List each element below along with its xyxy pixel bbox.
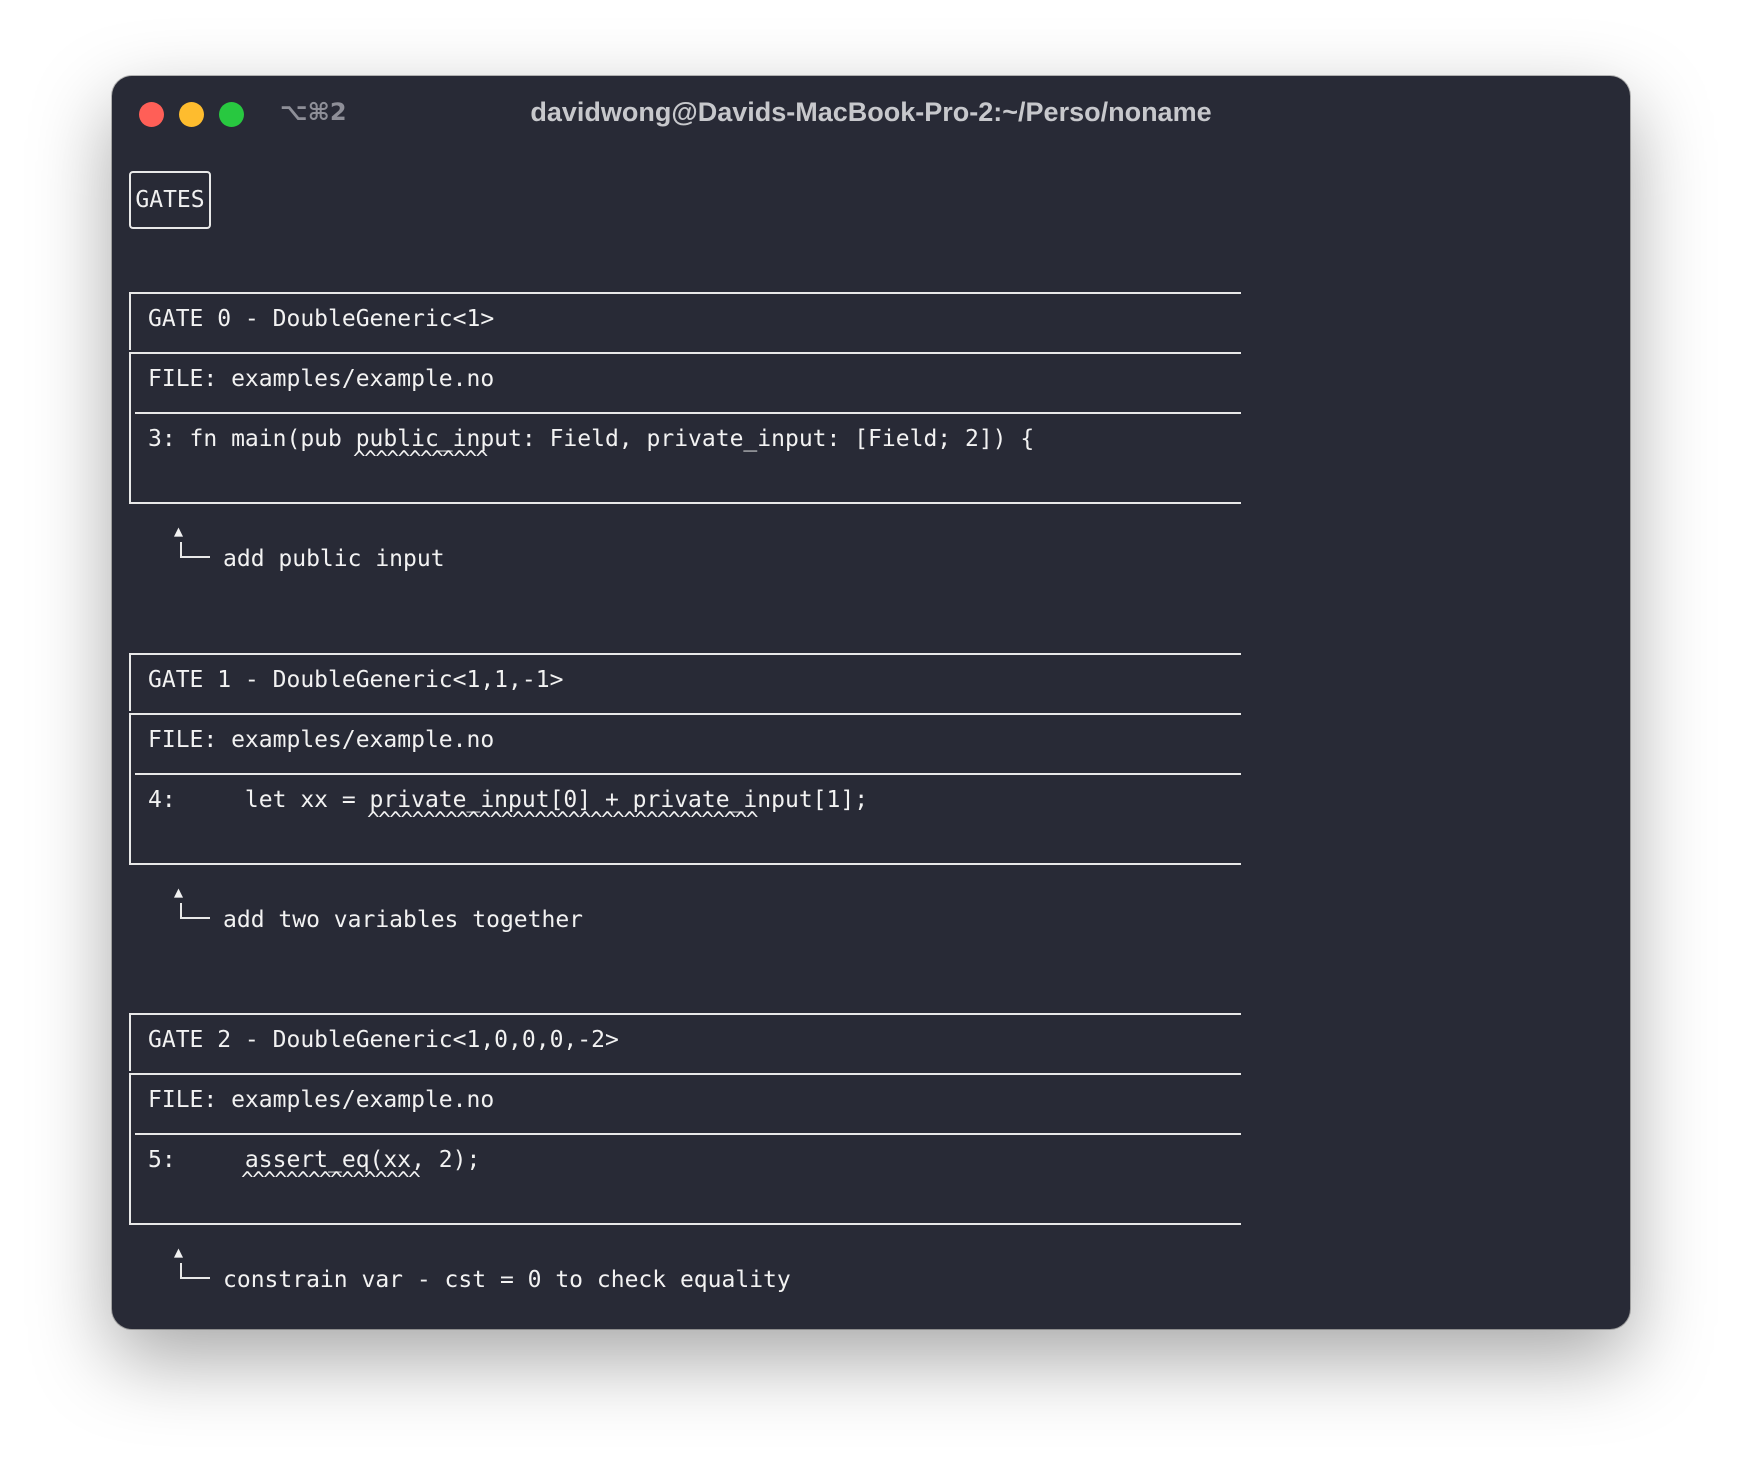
gate-file: FILE: examples/example.no <box>148 1087 495 1113</box>
gate-code-line: 3: fn main(pub public_input: Field, priv… <box>148 426 1035 452</box>
corner-connector <box>180 542 210 558</box>
gate-block-1: GATE 1 - DoubleGeneric<1,1,-1> FILE: exa… <box>129 653 1241 983</box>
gate-header: GATE 0 - DoubleGeneric<1> <box>148 306 495 332</box>
arrow-up-icon: ▲ <box>174 1243 184 1261</box>
gate-file: FILE: examples/example.no <box>148 366 495 392</box>
gate-note: add two variables together <box>223 907 584 933</box>
gate-code-underline: ^^^^^^^^^^^^^^^^ <box>241 1168 421 1192</box>
divider <box>135 1133 1241 1135</box>
gate-block-0: GATE 0 - DoubleGeneric<1> FILE: examples… <box>129 292 1241 622</box>
gate-file: FILE: examples/example.no <box>148 727 495 753</box>
gate-block-2: GATE 2 - DoubleGeneric<1,0,0,0,-2> FILE:… <box>129 1013 1241 1329</box>
gate-code-underline: ^^^^^^^^^^^^^^^^^^^^^^^^^^^^^^^^^^^ <box>367 808 759 832</box>
window-title: davidwong@Davids-MacBook-Pro-2:~/Perso/n… <box>530 97 1212 127</box>
title-bar: ⌥⌘2 davidwong@Davids-MacBook-Pro-2:~/Per… <box>112 76 1630 154</box>
terminal-window: ⌥⌘2 davidwong@Davids-MacBook-Pro-2:~/Per… <box>112 76 1630 1329</box>
gates-label: GATES <box>129 171 211 229</box>
gate-code-underline: ^^^^^^^^^^^^ <box>353 447 488 471</box>
arrow-up-icon: ▲ <box>174 522 184 540</box>
gate-note: add public input <box>223 546 445 572</box>
gate-header: GATE 1 - DoubleGeneric<1,1,-1> <box>148 667 564 693</box>
divider <box>135 412 1241 414</box>
divider <box>135 773 1241 775</box>
corner-connector <box>180 903 210 919</box>
gate-note: constrain var - cst = 0 to check equalit… <box>223 1267 791 1293</box>
gate-header: GATE 2 - DoubleGeneric<1,0,0,0,-2> <box>148 1027 619 1053</box>
arrow-up-icon: ▲ <box>174 883 184 901</box>
corner-connector <box>180 1263 210 1279</box>
